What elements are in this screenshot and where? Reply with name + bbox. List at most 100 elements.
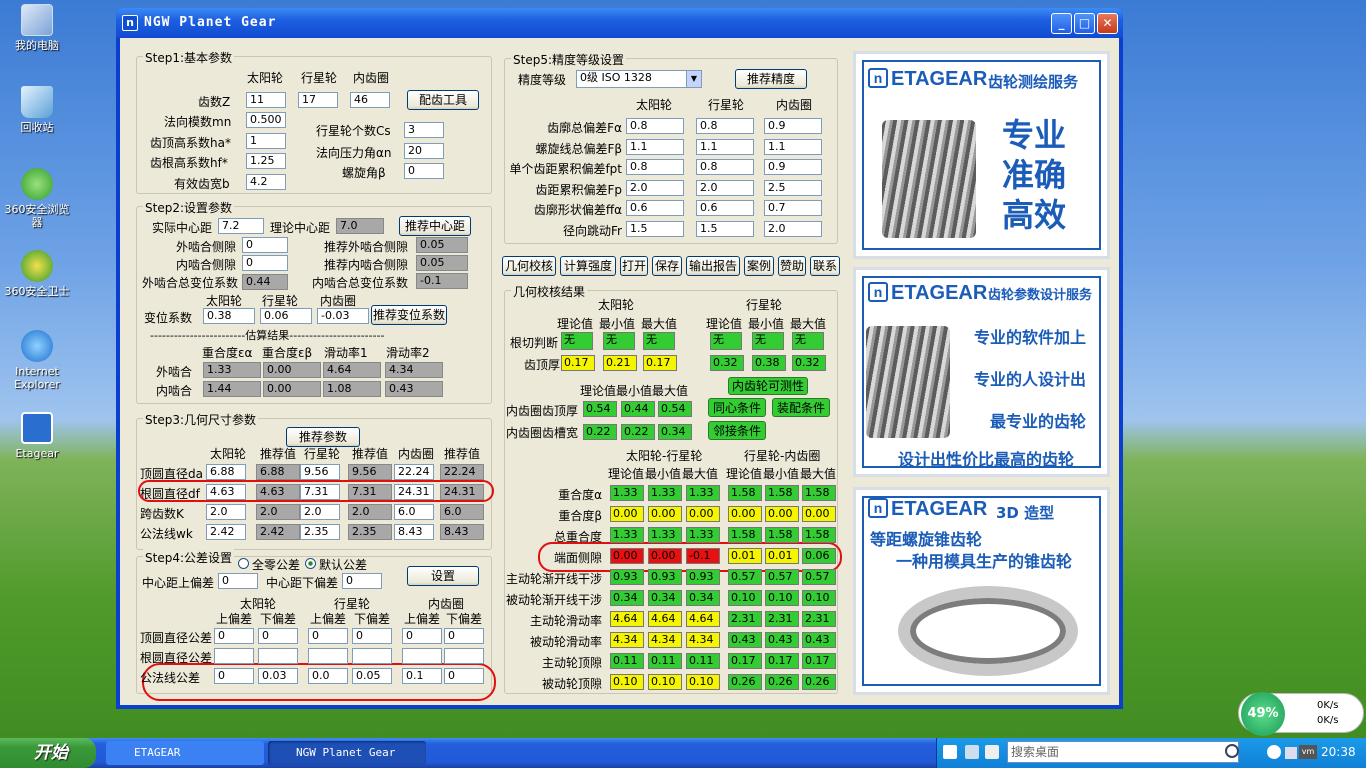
shift-sun-input[interactable]: 0.38 [203,308,255,324]
teeth-sun-input[interactable]: 11 [246,92,286,108]
addendum-input[interactable]: 1 [246,133,286,149]
step5-value-input[interactable]: 1.1 [764,138,822,155]
int-backlash-input[interactable]: 0 [242,255,288,271]
desktop-icon-recycle-bin[interactable]: 回收站 [0,86,74,134]
planets-input[interactable]: 3 [404,122,444,138]
helix-input[interactable]: 0 [404,163,444,179]
step4-tolerance-input[interactable] [352,648,392,664]
step5-value-input[interactable]: 1.5 [626,221,684,237]
step5-value-input[interactable]: 2.0 [626,179,684,196]
action-button[interactable]: 赞助 [778,256,806,276]
ad-3d-modeling[interactable]: n ETAGEAR 3D 造型 等距螺旋锥齿轮 一种用模具生产的锥齿轮 [853,487,1110,695]
action-button[interactable]: 计算强度 [560,256,616,276]
step5-value-input[interactable]: 0.9 [764,118,822,134]
action-button[interactable]: 打开 [620,256,648,276]
keyboard-icon[interactable] [985,745,999,759]
step5-value-input[interactable]: 2.0 [696,179,754,196]
search-icon[interactable] [1225,744,1239,758]
center-input[interactable]: 7.2 [218,218,264,234]
check-icon[interactable] [943,745,957,759]
step4-tolerance-input[interactable] [258,648,298,664]
start-button[interactable]: 开始 [0,738,96,768]
zero-tol-radio[interactable] [238,558,249,569]
step5-value-input[interactable]: 1.5 [696,221,754,237]
step4-tolerance-input[interactable]: 0.0 [308,668,348,684]
step4-tolerance-input[interactable]: 0 [402,628,442,644]
network-speed-widget[interactable]: 49% 0K/s 0K/s [1238,692,1364,736]
maximize-button[interactable]: □ [1074,13,1095,34]
step4-tolerance-input[interactable]: 0 [308,628,348,644]
concentric-button[interactable]: 同心条件 [708,398,766,417]
step4-tolerance-input[interactable] [402,648,442,664]
teeth-planet-input[interactable]: 17 [298,92,338,108]
task-etagear[interactable]: ETAGEAR [106,741,264,765]
step5-value-input[interactable]: 0.8 [696,159,754,176]
step3-value[interactable]: 6.0 [394,504,434,520]
gear-tool-button[interactable]: 配齿工具 [407,90,479,110]
desktop-search-input[interactable]: 搜索桌面 [1007,741,1239,763]
step4-tolerance-input[interactable]: 0 [214,668,254,684]
desktop-icon-360-safe[interactable]: 360安全卫士 [0,250,74,298]
recommend-center-button[interactable]: 推荐中心距 [399,216,471,236]
desktop-icon-etagear[interactable]: Etagear [0,412,74,460]
action-button[interactable]: 几何校核 [502,256,556,276]
default-tol-radio[interactable] [305,558,316,569]
title-bar[interactable]: n NGW Planet Gear _ □ ✕ [116,8,1123,38]
teeth-ring-input[interactable]: 46 [350,92,390,108]
step5-value-input[interactable]: 0.6 [696,200,754,217]
assembly-button[interactable]: 装配条件 [772,398,830,417]
recommend-params-button[interactable]: 推荐参数 [286,427,360,447]
step4-tolerance-input[interactable] [444,648,484,664]
recommend-grade-button[interactable]: 推荐精度 [735,69,807,89]
action-button[interactable]: 保存 [652,256,682,276]
step3-value[interactable]: 9.56 [300,464,340,480]
step3-value[interactable]: 2.35 [300,524,340,540]
step4-tolerance-input[interactable]: 0 [214,628,254,644]
cd-lower-input[interactable]: 0 [342,573,382,589]
step3-value[interactable]: 2.42 [206,524,246,540]
task-ngw-planet-gear[interactable]: NGW Planet Gear [268,741,426,765]
adjacent-button[interactable]: 邻接条件 [708,421,766,440]
step4-tolerance-input[interactable]: 0.05 [352,668,392,684]
step4-tolerance-input[interactable]: 0.03 [258,668,298,684]
step3-value[interactable]: 2.0 [300,504,340,520]
cd-upper-input[interactable]: 0 [218,573,258,589]
step5-value-input[interactable]: 0.8 [626,118,684,134]
tolerance-set-button[interactable]: 设置 [407,566,479,586]
desktop-icon-my-computer[interactable]: 我的电脑 [0,4,74,52]
step5-value-input[interactable]: 1.1 [626,138,684,155]
dedendum-input[interactable]: 1.25 [246,153,286,169]
close-button[interactable]: ✕ [1097,13,1118,34]
recommend-shift-button[interactable]: 推荐变位系数 [371,305,447,325]
ring-measure-button[interactable]: 内齿轮可测性 [728,377,808,395]
ad-measuring-service[interactable]: n ETAGEAR 齿轮测绘服务 专业 准确 高效 [853,51,1110,259]
shift-ring-input[interactable]: -0.03 [317,308,369,324]
step3-value[interactable]: 2.0 [206,504,246,520]
step4-tolerance-input[interactable]: 0 [444,668,484,684]
step4-tolerance-input[interactable] [214,648,254,664]
module-input[interactable]: 0.500 [246,112,286,128]
grade-select[interactable]: 0级 ISO 1328 ▼ [576,70,702,88]
step4-tolerance-input[interactable]: 0 [258,628,298,644]
action-button[interactable]: 输出报告 [686,256,740,276]
minimize-button[interactable]: _ [1051,13,1072,34]
width-input[interactable]: 4.2 [246,174,286,190]
step4-tolerance-input[interactable]: 0.1 [402,668,442,684]
ad-design-service[interactable]: n ETAGEAR 齿轮参数设计服务 专业的软件加上 专业的人设计出 最专业的齿轮… [853,267,1110,477]
step4-tolerance-input[interactable] [308,648,348,664]
step5-value-input[interactable]: 0.7 [764,200,822,217]
step5-value-input[interactable]: 0.8 [626,159,684,176]
step5-value-input[interactable]: 2.5 [764,179,822,196]
ext-backlash-input[interactable]: 0 [242,237,288,253]
step5-value-input[interactable]: 0.9 [764,159,822,176]
step3-value[interactable]: 8.43 [394,524,434,540]
shift-planet-input[interactable]: 0.06 [260,308,312,324]
action-button[interactable]: 联系 [810,256,840,276]
pressure-input[interactable]: 20 [404,143,444,159]
step5-value-input[interactable]: 2.0 [764,221,822,237]
desktop-icon-ie[interactable]: Internet Explorer [0,330,74,391]
step4-tolerance-input[interactable]: 0 [444,628,484,644]
step5-value-input[interactable]: 0.8 [696,118,754,134]
desktop-icon-360-browser[interactable]: 360安全浏览器 [0,168,74,229]
step5-value-input[interactable]: 0.6 [626,200,684,217]
